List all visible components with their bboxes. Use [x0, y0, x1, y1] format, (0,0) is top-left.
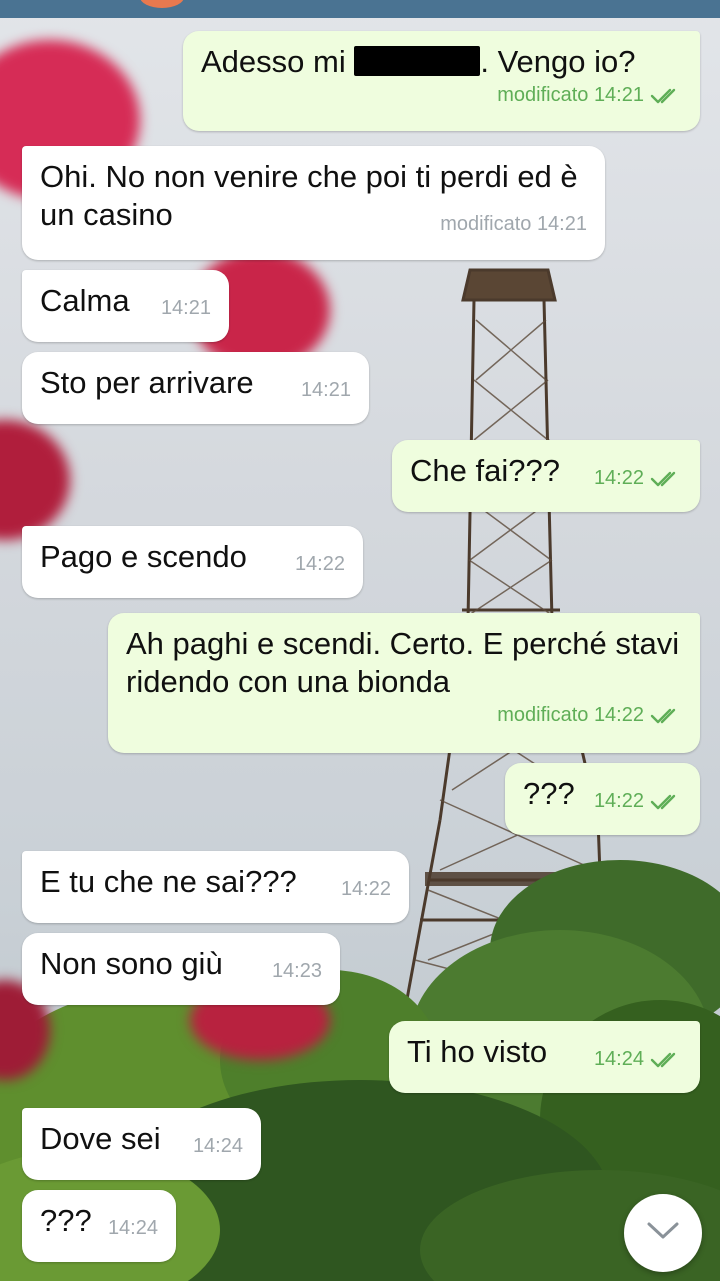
message-time: 14:22 [340, 878, 391, 900]
message-bubble-incoming[interactable]: Calma 14:21 [22, 270, 229, 342]
message-bubble-incoming[interactable]: E tu che ne sai??? 14:22 [22, 851, 409, 923]
message-text: Adesso mi [201, 44, 355, 79]
message-bubble-outgoing[interactable]: ??? 14:22 [505, 763, 700, 835]
message-time: 14:21 [160, 297, 211, 319]
message-text: ??? [40, 1203, 92, 1238]
double-check-icon [650, 706, 682, 730]
message-time: 14:23 [271, 960, 322, 982]
avatar [140, 0, 184, 8]
message-text: Ah paghi e scendi. Certo. E perché stavi… [126, 626, 688, 699]
message-time: 14:21 [593, 84, 644, 106]
message-meta: 14:22 [594, 789, 682, 816]
message-text: E tu che ne sai??? [40, 864, 297, 899]
edited-label: modificato [497, 704, 589, 726]
edited-label: modificato [440, 213, 532, 235]
message-bubble-incoming[interactable]: Ohi. No non venire che poi ti perdi ed è… [22, 146, 605, 260]
message-text: Dove sei [40, 1121, 161, 1156]
message-meta: modificato 14:22 [126, 703, 682, 730]
message-bubble-outgoing[interactable]: Ah paghi e scendi. Certo. E perché stavi… [108, 613, 700, 753]
message-time: 14:22 [593, 790, 644, 812]
message-text: Non sono giù [40, 946, 223, 981]
redacted-block [354, 46, 481, 76]
double-check-icon [650, 469, 682, 493]
message-text: Sto per arrivare [40, 365, 254, 400]
message-bubble-outgoing[interactable]: Ti ho visto 14:24 [389, 1021, 700, 1093]
message-time: 14:24 [107, 1217, 158, 1239]
message-time: 14:24 [593, 1048, 644, 1070]
message-time: 14:21 [536, 213, 587, 235]
scroll-to-bottom-button[interactable] [624, 1194, 702, 1272]
message-time: 14:22 [294, 553, 345, 575]
message-bubble-incoming[interactable]: Sto per arrivare 14:21 [22, 352, 369, 424]
message-meta: modificato 14:21 [201, 83, 682, 110]
double-check-icon [650, 1050, 682, 1074]
top-bar [0, 0, 720, 18]
message-bubble-incoming[interactable]: ??? 14:24 [22, 1190, 176, 1262]
message-text: Pago e scendo [40, 539, 247, 574]
double-check-icon [650, 86, 682, 110]
message-text: Ti ho visto [407, 1034, 548, 1069]
message-bubble-outgoing[interactable]: Adesso mi . Vengo io? modificato 14:21 [183, 31, 700, 131]
chevron-down-icon [646, 1221, 680, 1246]
message-text: Che fai??? [410, 453, 560, 488]
double-check-icon [650, 792, 682, 816]
message-text: . Vengo io? [480, 44, 636, 79]
message-meta: 14:22 [594, 466, 682, 493]
message-time: 14:21 [300, 379, 351, 401]
message-time: 14:22 [593, 704, 644, 726]
message-time: 14:22 [593, 467, 644, 489]
chat-screen: Adesso mi . Vengo io? modificato 14:21 O… [0, 0, 720, 1281]
message-bubble-incoming[interactable]: Dove sei 14:24 [22, 1108, 261, 1180]
message-text: ??? [523, 776, 575, 811]
message-time: 14:24 [192, 1135, 243, 1157]
message-bubble-outgoing[interactable]: Che fai??? 14:22 [392, 440, 700, 512]
message-meta: 14:24 [594, 1047, 682, 1074]
message-bubble-incoming[interactable]: Non sono giù 14:23 [22, 933, 340, 1005]
message-bubble-incoming[interactable]: Pago e scendo 14:22 [22, 526, 363, 598]
message-text: Calma [40, 283, 130, 318]
edited-label: modificato [497, 84, 589, 106]
